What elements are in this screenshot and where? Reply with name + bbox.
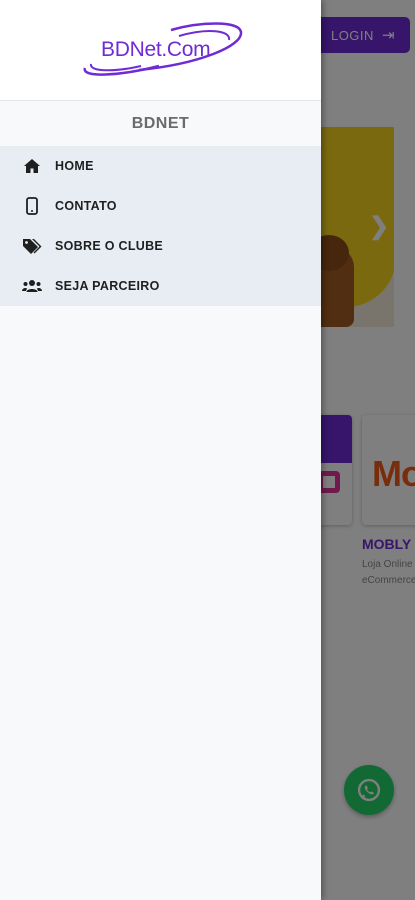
mobile-phone-icon: [22, 196, 42, 216]
menu-item-label: SEJA PARCEIRO: [55, 279, 160, 293]
bdnet-logo[interactable]: BDNet.Com: [79, 20, 243, 82]
menu-item-label: CONTATO: [55, 199, 117, 213]
users-icon: [22, 276, 42, 296]
menu-item-sobre-o-clube[interactable]: SOBRE O CLUBE: [0, 226, 321, 266]
tags-icon: [22, 236, 42, 256]
menu-item-label: SOBRE O CLUBE: [55, 239, 164, 253]
home-icon: [22, 156, 42, 176]
drawer-title: BDNET: [0, 101, 321, 146]
menu-item-label: HOME: [55, 159, 94, 173]
drawer-logo-area: BDNet.Com: [0, 0, 321, 101]
menu-item-seja-parceiro[interactable]: SEJA PARCEIRO: [0, 266, 321, 306]
navigation-drawer: BDNet.Com BDNET HOME CONTATO SOBRE O CLU…: [0, 0, 321, 900]
menu-item-contato[interactable]: CONTATO: [0, 186, 321, 226]
menu-item-home[interactable]: HOME: [0, 146, 321, 186]
drawer-menu: HOME CONTATO SOBRE O CLUBE SEJA PARCEIRO: [0, 146, 321, 306]
logo-text: BDNet.Com: [101, 38, 211, 61]
